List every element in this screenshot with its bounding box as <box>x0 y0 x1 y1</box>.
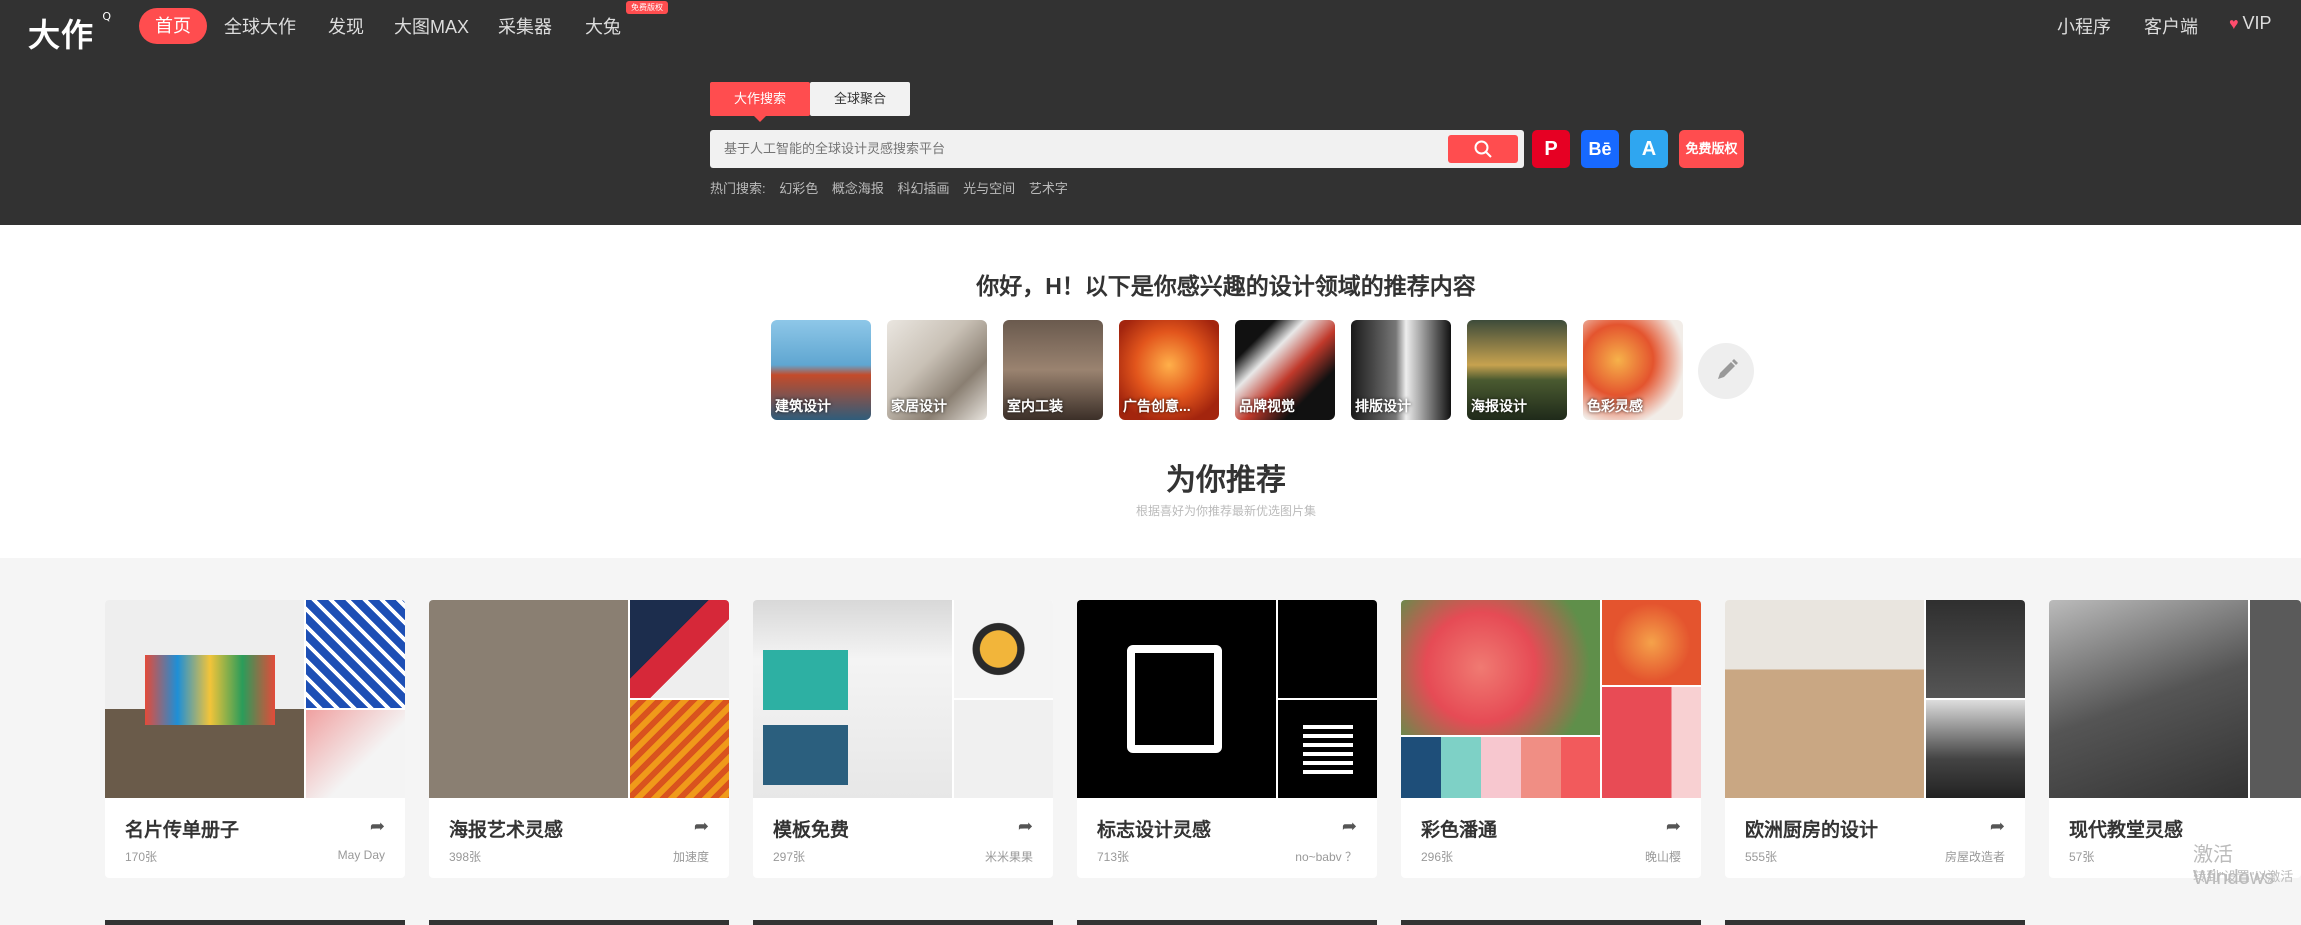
share-icon[interactable]: ➦ <box>694 816 709 837</box>
search-button[interactable] <box>1448 135 1518 163</box>
card-title: 标志设计灵感 <box>1097 820 1212 841</box>
card-images <box>1725 600 2025 798</box>
hot-item[interactable]: 光与空间 <box>963 181 1015 196</box>
card-images <box>1401 600 1701 798</box>
card-count: 713张 <box>1097 850 1130 864</box>
nav-bigmax[interactable]: 大图MAX <box>394 13 469 39</box>
category-architecture[interactable]: 建筑设计 <box>771 320 871 420</box>
windows-activation-hint: 转到"设置"以激活 <box>2193 869 2294 884</box>
share-icon[interactable]: ➦ <box>1018 816 1033 837</box>
category-branding[interactable]: 品牌视觉 <box>1235 320 1335 420</box>
nav-collector[interactable]: 采集器 <box>498 13 552 39</box>
collection-card[interactable]: 标志设计灵感 ➦ 713张 no~babv ？ <box>1077 600 1377 878</box>
card-row2-top <box>1077 920 1377 925</box>
search-box <box>710 130 1524 168</box>
card-author[interactable]: 晚山樱 <box>1645 848 1681 865</box>
card-title: 名片传单册子 <box>125 820 240 841</box>
hot-label: 热门搜索: <box>710 181 766 196</box>
collection-card[interactable]: 欧洲厨房的设计 ➦ 555张 房屋改造者 <box>1725 600 2025 878</box>
card-count: 297张 <box>773 850 806 864</box>
top-nav: 大作 Q 首页 全球大作 发现 大图MAX 采集器 大兔 免费版权 小程序 客户端… <box>0 0 2301 54</box>
card-author[interactable]: 房屋改造者 <box>1945 848 2005 865</box>
collection-card[interactable]: 名片传单册子 ➦ 170张 May Day <box>105 600 405 878</box>
recommend-section: 你好，H！以下是你感兴趣的设计领域的推荐内容 建筑设计 家居设计 室内工装 广告… <box>0 225 2301 558</box>
hot-item[interactable]: 科幻插画 <box>898 181 950 196</box>
free-badge: 免费版权 <box>626 1 668 14</box>
card-author[interactable]: 米米果果 <box>985 848 1033 865</box>
card-count: 296张 <box>1421 850 1454 864</box>
share-icon[interactable]: ➦ <box>1990 816 2005 837</box>
hot-searches: 热门搜索: 幻彩色 概念海报 科幻插画 光与空间 艺术字 <box>710 178 1078 197</box>
card-images <box>753 600 1053 798</box>
nav-vip[interactable]: ♥ VIP <box>2229 13 2272 34</box>
header: 大作 Q 首页 全球大作 发现 大图MAX 采集器 大兔 免费版权 小程序 客户端… <box>0 0 2301 225</box>
vip-heart-icon: ♥ <box>2229 16 2239 33</box>
recommend-title: 为你推荐 <box>1166 464 1286 497</box>
collection-card[interactable]: 彩色潘通 ➦ 296张 晚山樱 <box>1401 600 1701 878</box>
recommend-subtitle: 根据喜好为你推荐最新优选图片集 <box>1135 504 1316 518</box>
nav-global[interactable]: 全球大作 <box>224 13 296 39</box>
collection-card[interactable]: 现代教堂灵感 57张 <box>2049 600 2301 878</box>
tab-global-aggregate[interactable]: 全球聚合 <box>810 82 910 116</box>
collection-card[interactable]: 模板免费 ➦ 297张 米米果果 <box>753 600 1053 878</box>
card-images <box>429 600 729 798</box>
card-author[interactable]: no~babv ？ <box>1295 848 1357 865</box>
nav-discover[interactable]: 发现 <box>328 13 364 39</box>
search-input[interactable] <box>724 130 1424 168</box>
hot-item[interactable]: 艺术字 <box>1029 181 1068 196</box>
card-title: 欧洲厨房的设计 <box>1745 820 1879 841</box>
card-title: 彩色潘通 <box>1421 820 1498 841</box>
share-icon[interactable]: ➦ <box>1342 816 1357 837</box>
greeting: 你好，H！以下是你感兴趣的设计领域的推荐内容 <box>976 273 1476 299</box>
card-images <box>105 600 405 798</box>
card-count: 170张 <box>125 850 158 864</box>
free-license-button[interactable]: 免费版权 <box>1679 130 1744 168</box>
nav-home[interactable]: 首页 <box>139 8 207 44</box>
card-images <box>1077 600 1377 798</box>
hot-item[interactable]: 概念海报 <box>832 181 884 196</box>
behance-icon[interactable]: Bē <box>1581 130 1619 168</box>
nav-miniprogram[interactable]: 小程序 <box>2057 13 2111 39</box>
pencil-icon <box>1718 359 1738 379</box>
category-poster[interactable]: 海报设计 <box>1467 320 1567 420</box>
adobe-stock-icon[interactable]: A <box>1630 130 1668 168</box>
edit-categories-button[interactable] <box>1698 343 1754 399</box>
category-typography[interactable]: 排版设计 <box>1351 320 1451 420</box>
card-row2-top <box>1725 920 2025 925</box>
tab-dazuo-search[interactable]: 大作搜索 <box>710 82 810 122</box>
card-count: 57张 <box>2069 850 2095 864</box>
card-author[interactable]: May Day <box>338 848 385 862</box>
card-title: 现代教堂灵感 <box>2069 820 2184 841</box>
card-row2-top <box>753 920 1053 925</box>
card-author[interactable]: 加速度 <box>673 848 709 865</box>
card-title: 模板免费 <box>773 820 850 841</box>
share-icon[interactable]: ➦ <box>370 816 385 837</box>
nav-client[interactable]: 客户端 <box>2144 13 2198 39</box>
hot-item[interactable]: 幻彩色 <box>779 181 818 196</box>
search-icon <box>1474 140 1492 158</box>
card-row2-top <box>1401 920 1701 925</box>
pinterest-icon[interactable]: P <box>1532 130 1570 168</box>
nav-datu[interactable]: 大兔 <box>585 13 621 39</box>
collection-card[interactable]: 海报艺术灵感 ➦ 398张 加速度 <box>429 600 729 878</box>
share-icon[interactable]: ➦ <box>1666 816 1681 837</box>
card-row2-top <box>105 920 405 925</box>
card-row2-top <box>429 920 729 925</box>
card-title: 海报艺术灵感 <box>449 820 564 841</box>
category-home[interactable]: 家居设计 <box>887 320 987 420</box>
card-count: 555张 <box>1745 850 1778 864</box>
category-interior[interactable]: 室内工装 <box>1003 320 1103 420</box>
category-color[interactable]: 色彩灵感 <box>1583 320 1683 420</box>
card-images <box>2049 600 2301 798</box>
category-advertising[interactable]: 广告创意... <box>1119 320 1219 420</box>
card-count: 398张 <box>449 850 482 864</box>
logo[interactable]: 大作 Q <box>28 10 111 56</box>
